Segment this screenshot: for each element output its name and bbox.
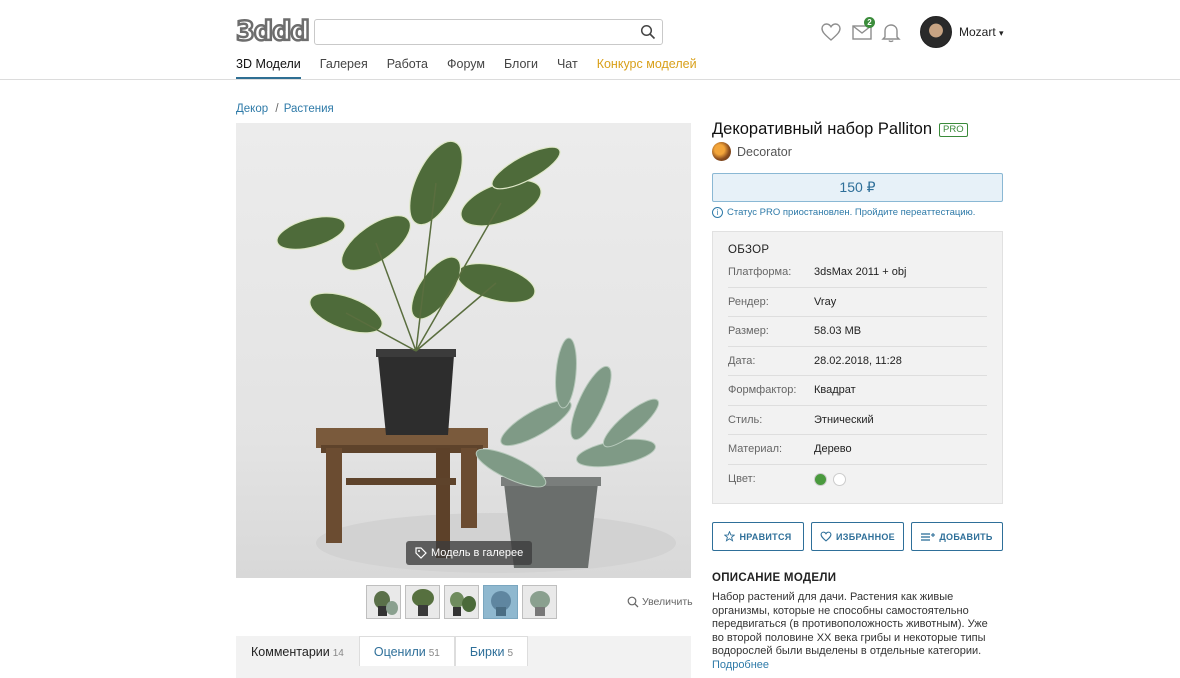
model-preview-image[interactable]: Модель в галерее xyxy=(236,123,691,578)
username-label: Mozart xyxy=(959,25,996,39)
nav-item-jobs[interactable]: Работа xyxy=(387,57,428,79)
site-header: 3ddd 2 Mozart ▾ 3D Модели Галерея Работа… xyxy=(0,0,1180,80)
spec-row-render: Рендер: Vray xyxy=(728,288,987,317)
search-icon[interactable] xyxy=(640,24,656,40)
author-name[interactable]: Decorator xyxy=(737,145,792,159)
add-button-label: ДОБАВИТЬ xyxy=(939,531,993,542)
bell-icon[interactable] xyxy=(880,21,902,43)
price-button[interactable]: 150 ₽ xyxy=(712,173,1003,202)
pro-status-text: Статус PRO приостановлен. Пройдите переа… xyxy=(727,207,976,218)
spec-key: Цвет: xyxy=(728,473,756,486)
spec-key: Стиль: xyxy=(728,413,763,426)
spec-value[interactable]: Квадрат xyxy=(814,384,856,396)
search-box[interactable] xyxy=(314,19,663,45)
breadcrumb: Декор / Растения xyxy=(236,103,334,115)
tab-comments-label: Комментарии xyxy=(251,645,330,659)
tag-icon xyxy=(415,547,427,559)
tab-tags-label: Бирки xyxy=(469,645,505,659)
star-icon xyxy=(724,531,736,542)
like-button-label: НРАВИТСЯ xyxy=(739,531,792,542)
spec-key: Материал: xyxy=(728,443,783,456)
color-swatch-green[interactable] xyxy=(814,472,827,486)
thumbnail[interactable] xyxy=(405,585,440,619)
info-icon: i xyxy=(712,207,723,218)
nav-item-contest[interactable]: Конкурс моделей xyxy=(597,57,697,79)
thumbnail[interactable] xyxy=(366,585,401,619)
action-buttons: НРАВИТСЯ ИЗБРАННОЕ ДОБАВИТЬ xyxy=(712,522,1003,551)
breadcrumb-plants[interactable]: Растения xyxy=(284,103,334,115)
add-button[interactable]: ДОБАВИТЬ xyxy=(911,522,1003,551)
user-avatar[interactable] xyxy=(920,16,952,48)
nav-item-3d-models[interactable]: 3D Модели xyxy=(236,57,301,79)
nav-item-forum[interactable]: Форум xyxy=(447,57,485,79)
heart-icon xyxy=(820,531,832,542)
magnifier-icon xyxy=(627,596,639,608)
tab-rated-count: 51 xyxy=(428,648,440,659)
description-text: Набор растений для дачи. Растения как жи… xyxy=(712,591,988,658)
product-title-row: Декоративный набор Palliton PRO xyxy=(712,120,968,139)
spec-row-material: Материал: Дерево xyxy=(728,435,987,465)
heart-icon[interactable] xyxy=(820,21,842,43)
search-input[interactable] xyxy=(315,20,625,44)
thumbnail-strip xyxy=(366,585,557,619)
spec-value: 28.02.2018, 11:28 xyxy=(814,354,902,367)
spec-value: 3dsMax 2011 + obj xyxy=(814,266,907,279)
spec-value: 58.03 MB xyxy=(814,325,862,338)
nav-item-blogs[interactable]: Блоги xyxy=(504,57,538,79)
spec-key: Размер: xyxy=(728,325,769,338)
zoom-label: Увеличить xyxy=(642,596,693,608)
comment-tabs: Комментарии 14 Оценили 51 Бирки 5 xyxy=(236,636,691,678)
spec-key: Рендер: xyxy=(728,295,769,308)
notification-badge: 2 xyxy=(864,17,875,28)
product-title: Декоративный набор Palliton xyxy=(712,120,933,138)
gallery-button-label: Модель в галерее xyxy=(431,547,524,559)
spec-row-platform: Платформа: 3dsMax 2011 + obj xyxy=(728,258,987,288)
overview-panel: ОБЗОР Платформа: 3dsMax 2011 + obj Рендер… xyxy=(712,231,1003,504)
thumbnail[interactable] xyxy=(444,585,479,619)
description-title: ОПИСАНИЕ МОДЕЛИ xyxy=(712,572,837,584)
tab-rated-label: Оценили xyxy=(373,645,426,659)
site-logo[interactable]: 3ddd xyxy=(235,15,311,48)
spec-key: Платформа: xyxy=(728,266,792,279)
model-in-gallery-button[interactable]: Модель в галерее xyxy=(406,541,533,565)
tab-rated[interactable]: Оценили 51 xyxy=(358,636,455,666)
tab-tags[interactable]: Бирки 5 xyxy=(454,636,528,666)
spec-key: Формфактор: xyxy=(728,384,797,397)
spec-row-size: Размер: 58.03 MB xyxy=(728,317,987,347)
favorite-button-label: ИЗБРАННОЕ xyxy=(836,531,895,542)
thumbnail[interactable] xyxy=(483,585,518,619)
chevron-down-icon: ▾ xyxy=(999,28,1004,38)
thumbnail[interactable] xyxy=(522,585,557,619)
breadcrumb-separator: / xyxy=(275,103,279,115)
author-avatar[interactable] xyxy=(712,142,731,161)
breadcrumb-decor[interactable]: Декор xyxy=(236,103,268,115)
tab-comments[interactable]: Комментарии 14 xyxy=(236,636,359,666)
spec-row-style: Стиль: Этнический xyxy=(728,406,987,435)
plants-illustration xyxy=(276,140,676,573)
spec-value[interactable]: Дерево xyxy=(814,443,852,455)
like-button[interactable]: НРАВИТСЯ xyxy=(712,522,804,551)
nav-item-chat[interactable]: Чат xyxy=(557,57,578,79)
nav-item-gallery[interactable]: Галерея xyxy=(320,57,368,79)
read-more-link[interactable]: Подробнее xyxy=(712,659,769,671)
overview-title: ОБЗОР xyxy=(728,244,770,256)
spec-value: Vray xyxy=(814,295,837,308)
spec-value[interactable]: Этнический xyxy=(814,414,874,426)
main-nav: 3D Модели Галерея Работа Форум Блоги Чат… xyxy=(236,57,716,79)
spec-row-formfactor: Формфактор: Квадрат xyxy=(728,376,987,406)
tab-comments-count: 14 xyxy=(332,648,344,659)
user-menu[interactable]: Mozart ▾ xyxy=(959,25,1004,39)
spec-key: Дата: xyxy=(728,354,756,367)
author[interactable]: Decorator xyxy=(712,142,792,161)
color-swatch-white[interactable] xyxy=(833,472,846,486)
favorite-button[interactable]: ИЗБРАННОЕ xyxy=(811,522,904,551)
tab-tags-count: 5 xyxy=(507,648,513,659)
zoom-link[interactable]: Увеличить xyxy=(627,596,693,608)
list-add-icon xyxy=(921,532,936,541)
pro-status-message: i Статус PRO приостановлен. Пройдите пер… xyxy=(712,207,975,218)
pro-badge: PRO xyxy=(939,122,968,137)
spec-row-date: Дата: 28.02.2018, 11:28 xyxy=(728,347,987,376)
color-swatches xyxy=(814,472,852,486)
spec-row-color: Цвет: xyxy=(728,465,987,495)
